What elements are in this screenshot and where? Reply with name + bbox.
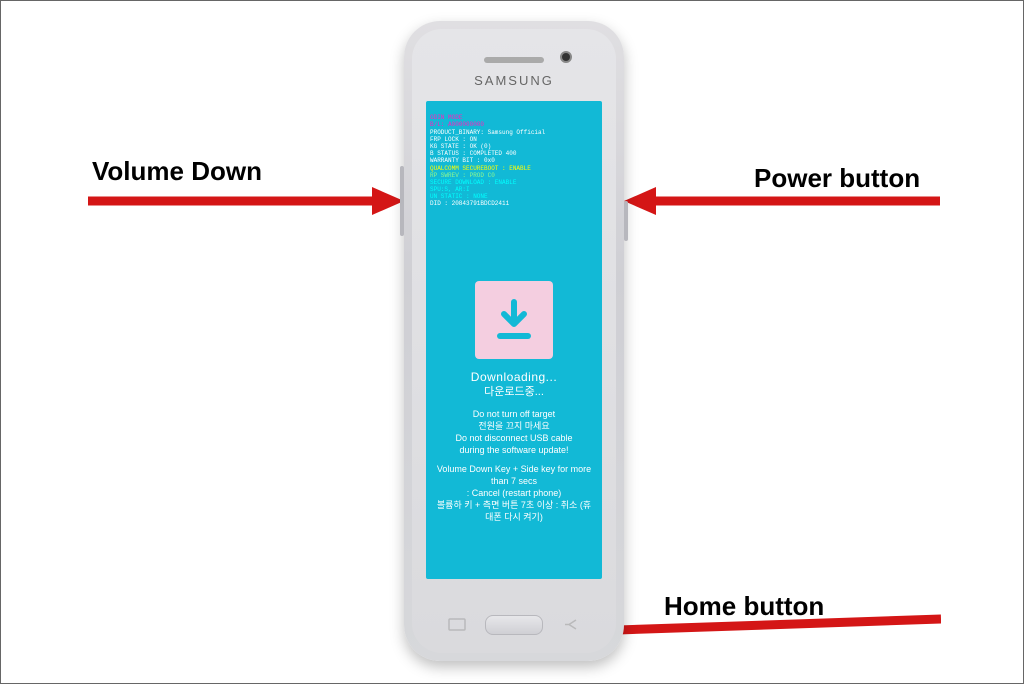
arrow-power-button	[624, 187, 940, 215]
download-icon	[475, 281, 553, 359]
downloading-title-kr: 다운로드중...	[436, 385, 592, 400]
phone-screen: ODIN MODE B/L: A000000000 PRODUCT_BINARY…	[426, 101, 602, 579]
cancel-line-kr: 볼륨하 키 + 측면 버튼 7초 이상 : 취소 (휴대폰 다시 켜기)	[436, 499, 592, 523]
download-mode-text: Downloading... 다운로드중... Do not turn off …	[436, 369, 592, 523]
warn-line-2b: during the software update!	[436, 444, 592, 456]
front-camera	[560, 51, 572, 63]
back-softkey-icon	[562, 618, 580, 631]
warn-line-1: Do not turn off target	[436, 408, 592, 420]
brand-logo: SAMSUNG	[412, 73, 616, 88]
recent-apps-softkey-icon	[448, 618, 466, 631]
arrow-volume-down	[88, 187, 404, 215]
power-hardware-button	[624, 201, 628, 241]
home-hardware-button	[485, 615, 543, 635]
warn-line-1-kr: 전원을 끄지 마세요	[436, 420, 592, 432]
earpiece-speaker	[484, 57, 544, 63]
odin-debug-text: ODIN MODE B/L: A000000000 PRODUCT_BINARY…	[430, 107, 545, 215]
warn-line-2a: Do not disconnect USB cable	[436, 432, 592, 444]
phone-device: SAMSUNG ODIN MODE B/L: A000000000 PRODUC…	[404, 21, 624, 661]
cancel-line-2: : Cancel (restart phone)	[436, 487, 592, 499]
cancel-line-1: Volume Down Key + Side key for more than…	[436, 463, 592, 487]
label-volume-down: Volume Down	[92, 156, 262, 187]
volume-down-hardware-button	[400, 166, 404, 236]
downloading-title: Downloading...	[436, 369, 592, 385]
